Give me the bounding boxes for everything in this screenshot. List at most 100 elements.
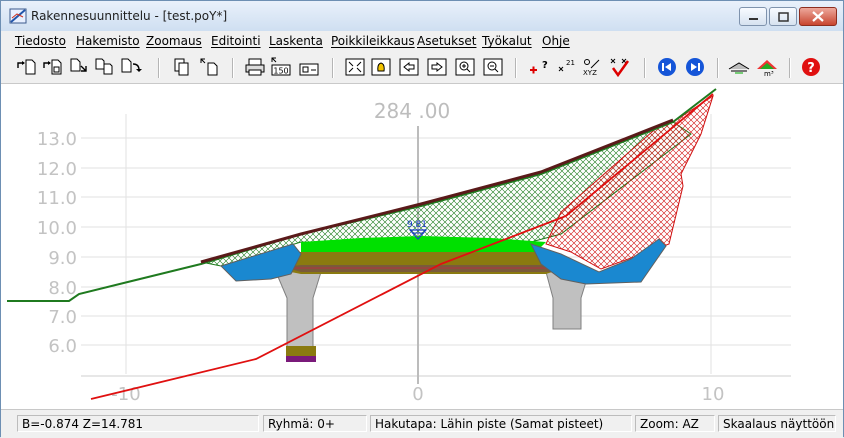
toolbar-separator (332, 58, 334, 78)
arrow-left-icon (399, 58, 419, 76)
y-tick: 8.0 (48, 278, 77, 299)
hand-icon (371, 58, 391, 76)
minimize-icon (749, 18, 758, 20)
duplicate-file-icon (95, 58, 113, 75)
zoom-extents-button[interactable] (343, 56, 367, 78)
page-setup-button[interactable] (297, 56, 321, 78)
volume-icon: m³ (757, 60, 777, 78)
y-tick: 7.0 (48, 307, 77, 328)
check-button[interactable] (608, 56, 632, 78)
station-label: 284 .00 (374, 99, 450, 123)
menu-ohje[interactable]: Ohje (542, 34, 570, 48)
status-zoom: Zoom: AZ (635, 415, 715, 432)
previous-icon (658, 58, 676, 76)
xyz-button[interactable]: XYZ (581, 56, 605, 78)
copy-file-button[interactable] (67, 56, 91, 78)
toolbar-separator (232, 58, 234, 78)
scale-print-button[interactable]: 150 (269, 56, 293, 78)
pan-button[interactable] (369, 56, 393, 78)
arrow-right-icon (427, 58, 447, 76)
toolbar-separator (515, 58, 517, 78)
svg-text:?: ? (807, 61, 815, 76)
menu-asetukset[interactable]: Asetukset (417, 34, 476, 48)
point-info-icon: 21 (558, 59, 575, 72)
y-tick: 12.0 (37, 159, 77, 180)
y-axis-labels: 13.0 12.0 11.0 10.0 9.0 8.0 7.0 6.0 (37, 129, 77, 357)
zoom-out-icon (483, 58, 503, 76)
help-icon: ? (802, 58, 820, 76)
printer-icon (245, 58, 265, 76)
app-window: Rakennesuunnittelu - [test.poY*] Tiedost… (0, 0, 844, 438)
scale-label: 150 (273, 67, 288, 76)
y-tick: 6.0 (48, 336, 77, 357)
menu-hakemisto[interactable]: Hakemisto (76, 34, 140, 48)
app-icon (9, 8, 27, 24)
minimize-button[interactable] (739, 7, 767, 26)
export-file-button[interactable] (119, 56, 143, 78)
volume-button[interactable]: m³ (755, 56, 779, 78)
toolbar: 150 ? 21 XYZ m³ ? (1, 51, 843, 84)
road-section-button[interactable] (727, 56, 751, 78)
previous-view-button[interactable] (397, 56, 421, 78)
y-tick: 9.0 (48, 248, 77, 269)
svg-text:m³: m³ (764, 70, 774, 78)
x-axis-labels: -10 0 10 (111, 384, 724, 405)
status-bar: B=-0.874 Z=14.781 Ryhmä: 0+ Hakutapa: Lä… (1, 409, 843, 438)
menu-poikkileikkaus[interactable]: Poikkileikkaus (331, 34, 415, 48)
culvert-base (286, 356, 316, 362)
scale-icon: 150 (271, 57, 291, 76)
svg-text:21: 21 (566, 59, 575, 67)
xyz-icon: XYZ (583, 59, 600, 77)
next-section-button[interactable] (683, 56, 707, 78)
next-view-button[interactable] (425, 56, 449, 78)
restore-button[interactable] (769, 7, 797, 26)
next-icon (686, 58, 704, 76)
y-tick: 13.0 (37, 129, 77, 150)
xyz-label: XYZ (583, 69, 597, 77)
status-search-mode: Hakutapa: Lähin piste (Samat pisteet) (370, 415, 632, 432)
toolbar-separator (158, 58, 160, 78)
close-icon (812, 11, 824, 22)
toolbar-separator (717, 58, 719, 78)
add-point-icon: ? (530, 60, 548, 74)
save-file-button[interactable] (41, 56, 65, 78)
zoom-in-icon (455, 58, 475, 76)
x-tick: 0 (412, 384, 423, 405)
open-file-button[interactable] (15, 56, 39, 78)
title-bar: Rakennesuunnittelu - [test.poY*] (1, 1, 843, 31)
paste-icon (200, 58, 218, 76)
zoom-extents-icon (345, 58, 365, 76)
menu-tyokalut[interactable]: Työkalut (482, 34, 532, 48)
y-tick: 11.0 (37, 188, 77, 209)
x-tick: 10 (702, 384, 725, 405)
zoom-out-button[interactable] (481, 56, 505, 78)
road-section-icon (728, 62, 750, 74)
print-button[interactable] (243, 56, 267, 78)
left-culvert (275, 271, 322, 351)
copy-button[interactable] (171, 56, 195, 78)
previous-section-button[interactable] (655, 56, 679, 78)
restore-icon (778, 12, 789, 22)
close-button[interactable] (799, 7, 837, 26)
help-button[interactable]: ? (799, 56, 823, 78)
open-file-icon (17, 59, 36, 75)
menu-bar: Tiedosto Hakemisto Zoomaus Editointi Las… (1, 31, 843, 51)
save-file-icon (43, 59, 62, 75)
toolbar-separator (644, 58, 646, 78)
add-point-button[interactable]: ? (527, 56, 551, 78)
y-tick: 10.0 (37, 218, 77, 239)
status-scaling: Skaalaus näyttöön (718, 415, 836, 432)
point-info-button[interactable]: 21 (555, 56, 579, 78)
zoom-in-button[interactable] (453, 56, 477, 78)
status-coordinates: B=-0.874 Z=14.781 (17, 415, 259, 432)
paste-button[interactable] (197, 56, 221, 78)
menu-zoomaus[interactable]: Zoomaus (146, 34, 202, 48)
duplicate-file-button[interactable] (93, 56, 117, 78)
window-title: Rakennesuunnittelu - [test.poY*] (31, 9, 228, 23)
cross-section-canvas[interactable]: 13.0 12.0 11.0 10.0 9.0 8.0 7.0 6.0 -10 … (1, 84, 843, 409)
culvert-bedding (286, 346, 316, 356)
menu-tiedosto[interactable]: Tiedosto (15, 34, 66, 48)
menu-laskenta[interactable]: Laskenta (269, 34, 323, 48)
menu-editointi[interactable]: Editointi (211, 34, 261, 48)
page-setup-icon (299, 63, 319, 76)
